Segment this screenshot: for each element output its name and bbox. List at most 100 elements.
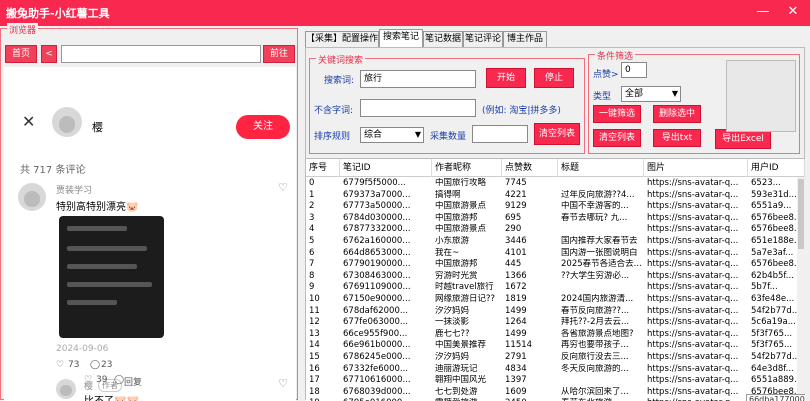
table-row[interactable]: 10 67150e90000... 网缘旅游日记?? 1819 2024国内旅游清...… [306, 294, 805, 306]
reply-icon[interactable]: ◯ [90, 360, 100, 370]
minimize-button[interactable]: — [752, 2, 774, 22]
back-button[interactable]: < [41, 45, 57, 63]
like-count: 39 [96, 375, 108, 385]
table-cell: 677fe063000... [343, 317, 408, 328]
table-cell: 6784d030000... [343, 212, 411, 223]
url-input[interactable] [61, 45, 261, 63]
keyword-search-legend: 关键词搜索 [316, 53, 366, 66]
heart-icon[interactable]: ♡ [278, 181, 288, 194]
count-input[interactable] [472, 125, 528, 143]
table-cell: 鹿七七?? [435, 328, 470, 339]
avatar[interactable] [18, 183, 46, 211]
table-cell: https://sns-avatar-q... [647, 236, 739, 246]
export-txt-button[interactable]: 导出txt [653, 129, 701, 147]
table-cell: 国内游一张图说明白 [561, 247, 638, 258]
table-row[interactable]: 14 66e961b0000... 中国美景推荐 11514 再穷也要带孩子... htt… [306, 340, 805, 352]
type-label: 类型 [593, 92, 612, 102]
table-cell: 从哈尔滨回来了... [561, 386, 629, 397]
sort-label: 排序规则 [314, 132, 351, 142]
tab-search-notes[interactable]: 搜索笔记 [379, 29, 423, 48]
column-header[interactable]: 作者昵称 [432, 159, 502, 177]
table-row[interactable]: 5 6762a160000... 小东旅游 3446 国内推荐大家春节去 https://… [306, 236, 805, 248]
keyword-input[interactable]: 旅行 [360, 70, 476, 88]
tab-blogger-works[interactable]: 博主作品 [503, 31, 547, 48]
table-row[interactable]: 3 6784d030000... 中国旅游邦 695 春节去哪玩? 九... https:… [306, 213, 805, 225]
avatar[interactable] [56, 379, 76, 399]
table-row[interactable]: 17 67710616000... 翱翔中国风光 1397 https://sns-av… [306, 375, 805, 387]
table-cell: 1366 [505, 270, 527, 281]
tab-config[interactable]: 【采集】配置操作 [305, 31, 379, 48]
start-button[interactable]: 开始 [486, 68, 526, 88]
home-button[interactable]: 首页 [5, 45, 37, 63]
column-header[interactable]: 点赞数 [502, 159, 558, 177]
table-row[interactable]: 13 66ce955f900... 鹿七七?? 1499 各省旅游景点地图? https:… [306, 329, 805, 341]
table-cell: 春节去哪玩? 九... [561, 212, 628, 223]
table-cell: 中国旅游邦 [435, 212, 478, 223]
table-cell: 6779f5f5000... [343, 178, 406, 188]
column-header[interactable]: 用户ID [748, 159, 805, 177]
table-cell: 3446 [505, 236, 527, 246]
web-view: ✕ 樱 关注 共 717 条评论 贾装学习 特别高特别漂亮🐷 ♡ 2024-09… [4, 67, 296, 401]
table-cell: 17 [309, 375, 320, 386]
column-header[interactable]: 序号 [306, 159, 340, 177]
scrollbar-thumb[interactable] [798, 179, 804, 249]
close-window-button[interactable]: ✕ [782, 2, 804, 22]
column-header[interactable]: 标题 [558, 159, 644, 177]
table-cell: 中国旅游景点 [435, 201, 487, 212]
go-button[interactable]: 前往 [263, 45, 295, 63]
stop-button[interactable]: 停止 [534, 68, 574, 88]
table-row[interactable]: 15 6786245e000... 汐汐妈妈 2791 反向旅行没去三... https:… [306, 352, 805, 364]
table-cell: https://sns-avatar-q... [647, 189, 739, 200]
table-row[interactable]: 12 677fe063000... 一抹淡影 1264 拜托??-2月去云... http… [306, 317, 805, 329]
filter-button[interactable]: 一键筛选 [593, 105, 641, 123]
table-cell: 67790190000... [343, 259, 411, 270]
tab-note-comments[interactable]: 笔记评论 [463, 31, 503, 48]
commenter-name[interactable]: 贾装学习 [56, 183, 92, 196]
delete-selected-button[interactable]: 删除选中 [653, 105, 701, 123]
table-cell: 6786245e000... [343, 352, 411, 362]
export-excel-button[interactable]: 导出Excel [715, 129, 771, 149]
type-select[interactable]: 全部 ▼ [621, 86, 681, 102]
table-row[interactable]: 11 678daf62000... 汐汐妈妈 1499 春节反向旅游??... https… [306, 306, 805, 318]
vertical-scrollbar[interactable] [797, 177, 805, 401]
table-cell: 10 [309, 294, 320, 304]
like-icon[interactable]: ♡ [56, 360, 64, 370]
chevron-down-icon: ▼ [671, 89, 678, 98]
clear-list-button[interactable]: 清空列表 [534, 123, 580, 145]
table-row[interactable]: 18 6768039d000... 七七到处游 1609 从哈尔滨回来了... https… [306, 387, 805, 399]
like-icon[interactable]: ♡ [84, 375, 92, 385]
table-row[interactable]: 9 67691109000... 时越travel旅行 1672 https://sns… [306, 282, 805, 294]
column-header[interactable]: 图片 [644, 159, 748, 177]
table-row[interactable]: 16 67332fe6000... 迪丽游玩记 4834 冬天反向旅游的... https… [306, 364, 805, 376]
table-cell: 中国旅游邦 [435, 259, 478, 270]
table-row[interactable]: 8 67308463000... 穷游时光赏 1366 ??大学生穷游必... https… [306, 271, 805, 283]
sort-select[interactable]: 综合 ▼ [360, 127, 424, 143]
table-cell: 67710616000... [343, 375, 411, 386]
table-row[interactable]: 2 67773a50000... 中国旅游景点 9129 中国不幸游客的... https… [306, 201, 805, 213]
filter-clear-button[interactable]: 清空列表 [593, 129, 641, 147]
reply-button[interactable]: 回复 [124, 375, 142, 388]
table-cell: 8 [309, 270, 315, 281]
table-row[interactable]: 4 67877332000... 中国旅游景点 290 https://sns-avat… [306, 224, 805, 236]
table-row[interactable]: 7 67790190000... 中国旅游邦 445 2025春节各适合去... http… [306, 259, 805, 271]
chevron-down-icon: ▼ [414, 130, 421, 139]
author-name[interactable]: 樱 [92, 119, 103, 135]
follow-button[interactable]: 关注 [236, 115, 290, 139]
table-cell: 中国旅行攻略 [435, 178, 487, 188]
table-row[interactable]: 1 679373a7000... 搞得啊 4221 过年反向旅游??4... https:… [306, 190, 805, 202]
table-cell: 中国美景推荐 [435, 340, 487, 351]
table-row[interactable]: 6 664d8653000... 我在~ 4101 国内游一张图说明白 https://s… [306, 248, 805, 260]
reply-icon[interactable]: ◯ [114, 375, 124, 385]
close-icon[interactable]: ✕ [22, 112, 35, 131]
table-cell: 国内推荐大家春节去 [561, 236, 638, 246]
column-header[interactable]: 笔记ID [340, 159, 432, 177]
comment-image[interactable] [59, 216, 164, 338]
table-row[interactable]: 0 6779f5f5000... 中国旅行攻略 7745 https://sns-ava… [306, 178, 805, 190]
exclude-input[interactable] [360, 99, 476, 117]
table-cell: https://sns-avatar-q... [647, 212, 739, 223]
tab-note-data[interactable]: 笔记数据 [423, 31, 463, 48]
table-cell: 695 [505, 212, 522, 223]
avatar[interactable] [52, 107, 82, 137]
likes-input[interactable]: 0 [621, 62, 647, 78]
heart-icon[interactable]: ♡ [278, 377, 288, 390]
